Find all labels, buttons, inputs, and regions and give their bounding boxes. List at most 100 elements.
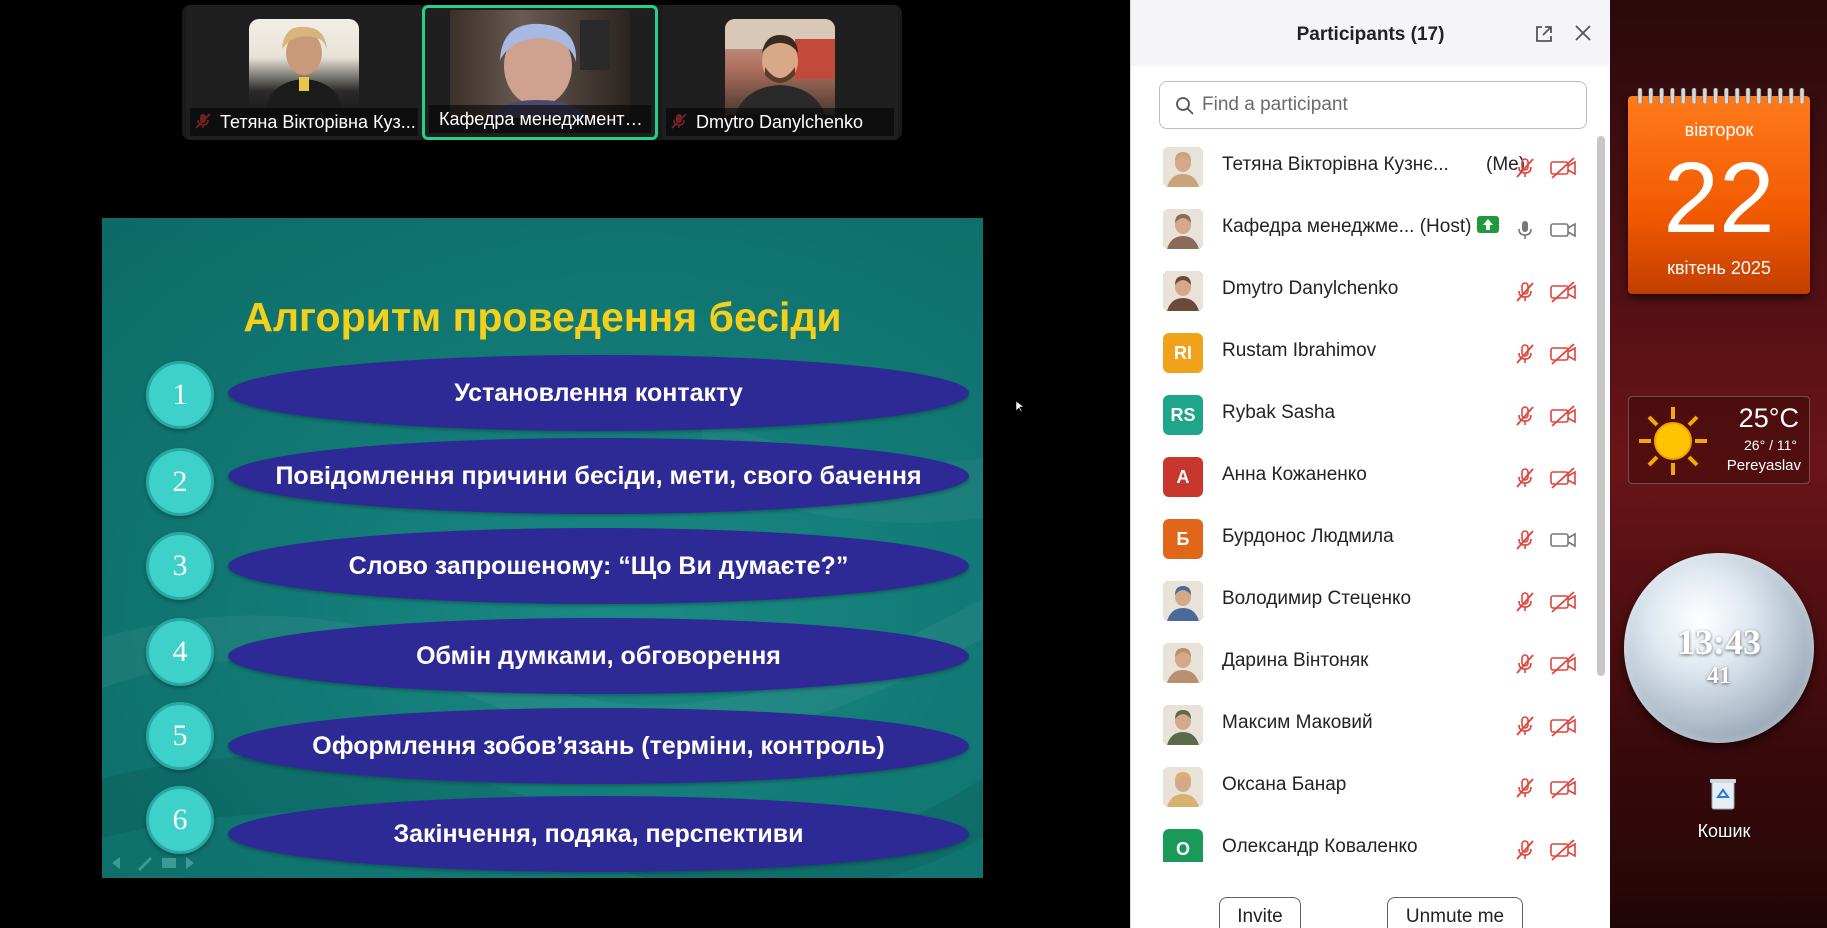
video-strip: Тетяна Вікторівна Куз... Кафедра менеджм…	[182, 5, 902, 140]
weather-gadget[interactable]: 25°C 26° / 11° Pereyaslav	[1628, 396, 1810, 484]
avatar: RI	[1163, 333, 1203, 373]
participant-row[interactable]: Кафедра менеджме... (Host)	[1131, 198, 1591, 260]
camera-off-icon[interactable]	[1549, 838, 1577, 862]
slide-step-2: Повідомлення причини бесіди, мети, свого…	[102, 438, 983, 518]
shared-slide: Алгоритм проведення бесіди Установлення …	[102, 218, 983, 878]
participant-name-text: Оксана Банар	[1222, 774, 1347, 795]
participant-name: Оксана Банар	[1222, 774, 1346, 796]
participant-row[interactable]: RS Rybak Sasha	[1131, 384, 1591, 446]
step-label: Слово запрошеному: “Що Ви думаєте?”	[348, 552, 849, 580]
mic-off-icon[interactable]	[1513, 838, 1537, 862]
participant-name: Бурдонос Людмила	[1222, 526, 1394, 548]
avatar: Б	[1163, 519, 1203, 559]
calendar-gadget[interactable]: вівторок 22 квітень 2025	[1628, 88, 1810, 294]
search-box[interactable]	[1159, 81, 1587, 129]
unmute-me-button[interactable]: Unmute me	[1387, 897, 1523, 928]
mouse-cursor-icon	[1016, 401, 1024, 413]
clock-gadget[interactable]: 13:43 41	[1624, 553, 1814, 743]
step-number: 6	[146, 786, 214, 854]
popout-icon[interactable]	[1534, 24, 1554, 44]
search-icon	[1176, 97, 1194, 115]
camera-on-icon[interactable]	[1549, 528, 1577, 552]
calendar-weekday: вівторок	[1684, 120, 1754, 140]
avatar-photo-icon	[1163, 643, 1203, 683]
participant-name: Тетяна Вікторівна Кузнє... (Me)	[1222, 154, 1525, 176]
avatar	[1163, 271, 1203, 311]
video-tile-2[interactable]: Кафедра менеджменту т...	[422, 5, 658, 140]
mic-off-icon[interactable]	[1513, 342, 1537, 366]
step-label: Установлення контакту	[454, 379, 743, 407]
participant-name: Rustam Ibrahimov	[1222, 340, 1376, 362]
slide-step-5: Оформлення зобов’язань (терміни, контрол…	[102, 702, 983, 788]
avatar: RS	[1163, 395, 1203, 435]
participant-row[interactable]: Б Бурдонос Людмила	[1131, 508, 1591, 570]
sun-icon	[1639, 407, 1707, 475]
screen: Тетяна Вікторівна Куз... Кафедра менеджм…	[0, 0, 1827, 928]
calendar-date: 22	[1663, 142, 1775, 254]
camera-off-icon[interactable]	[1549, 652, 1577, 676]
slide-step-3: Слово запрошеному: “Що Ви думаєте?” 3	[102, 528, 983, 608]
participant-row[interactable]: Тетяна Вікторівна Кузнє... (Me)	[1131, 136, 1591, 198]
desktop-wallpaper: вівторок 22 квітень 2025 25°C 26° / 11° …	[1610, 0, 1827, 928]
camera-on-icon[interactable]	[1549, 218, 1577, 242]
person-silhouette-icon	[490, 20, 610, 118]
mic-off-icon[interactable]	[1513, 156, 1537, 180]
mic-off-icon[interactable]	[1513, 466, 1537, 490]
mic-off-icon[interactable]	[1513, 280, 1537, 304]
scrollbar[interactable]	[1597, 136, 1605, 676]
recycle-bin[interactable]: Кошик	[1692, 775, 1756, 855]
mic-off-icon[interactable]	[1513, 590, 1537, 614]
participant-video	[450, 10, 630, 118]
participant-name-text: Бурдонос Людмила	[1222, 526, 1394, 547]
close-icon[interactable]	[1574, 24, 1592, 42]
avatar-photo-icon	[1163, 271, 1203, 311]
participant-row[interactable]: Дарина Вінтоняк	[1131, 632, 1591, 694]
participant-name-text: Олександр Коваленко	[1222, 836, 1418, 857]
avatar: А	[1163, 457, 1203, 497]
avatar	[1163, 643, 1203, 683]
camera-off-icon[interactable]	[1549, 280, 1577, 304]
participant-name: Кафедра менеджме... (Host)	[1222, 216, 1500, 238]
video-tile-3[interactable]: Dmytro Danylchenko	[662, 5, 898, 140]
search-input[interactable]	[1202, 82, 1572, 128]
clock-seconds: 41	[1707, 663, 1731, 689]
camera-off-icon[interactable]	[1549, 342, 1577, 366]
participant-row[interactable]: Максим Маковий	[1131, 694, 1591, 756]
mic-off-icon[interactable]	[1513, 404, 1537, 428]
weather-range: 26° / 11°	[1744, 437, 1797, 453]
camera-off-icon[interactable]	[1549, 466, 1577, 490]
participant-row[interactable]: О Олександр Коваленко	[1131, 818, 1591, 862]
mic-off-icon[interactable]	[1513, 776, 1537, 800]
mic-off-icon[interactable]	[1513, 528, 1537, 552]
camera-off-icon[interactable]	[1549, 404, 1577, 428]
invite-button[interactable]: Invite	[1219, 897, 1301, 928]
recycle-bin-icon	[1710, 779, 1736, 810]
participant-row[interactable]: Оксана Банар	[1131, 756, 1591, 818]
step-label: Повідомлення причини бесіди, мети, свого…	[275, 462, 922, 490]
participant-name-text: Володимир Стеценко	[1222, 588, 1412, 609]
step-label: Закінчення, подяка, перспективи	[393, 820, 804, 848]
avatar	[1163, 147, 1203, 187]
video-tile-1[interactable]: Тетяна Вікторівна Куз...	[186, 5, 422, 140]
camera-off-icon[interactable]	[1549, 714, 1577, 738]
camera-off-icon[interactable]	[1549, 776, 1577, 800]
camera-off-icon[interactable]	[1549, 590, 1577, 614]
participant-row[interactable]: Володимир Стеценко	[1131, 570, 1591, 632]
mic-off-icon[interactable]	[1513, 714, 1537, 738]
meeting-area: Тетяна Вікторівна Куз... Кафедра менеджм…	[0, 0, 1130, 928]
tile-name: Dmytro Danylchenko	[666, 108, 894, 136]
recycle-bin-label: Кошик	[1697, 821, 1751, 841]
participant-row[interactable]: Dmytro Danylchenko	[1131, 260, 1591, 322]
mic-off-icon[interactable]	[1513, 652, 1537, 676]
participant-name-text: Анна Кожаненко	[1222, 464, 1367, 485]
avatar-photo-icon	[1163, 767, 1203, 807]
participant-video	[725, 19, 835, 115]
person-silhouette-icon	[725, 19, 835, 115]
participant-row[interactable]: RI Rustam Ibrahimov	[1131, 322, 1591, 384]
avatar-photo-icon	[1163, 147, 1203, 187]
camera-off-icon[interactable]	[1549, 156, 1577, 180]
participant-row[interactable]: А Анна Кожаненко	[1131, 446, 1591, 508]
mic-on-icon[interactable]	[1513, 218, 1537, 242]
slide-toolbar-icons[interactable]	[110, 854, 200, 872]
participant-name-text: Максим Маковий	[1222, 712, 1373, 733]
